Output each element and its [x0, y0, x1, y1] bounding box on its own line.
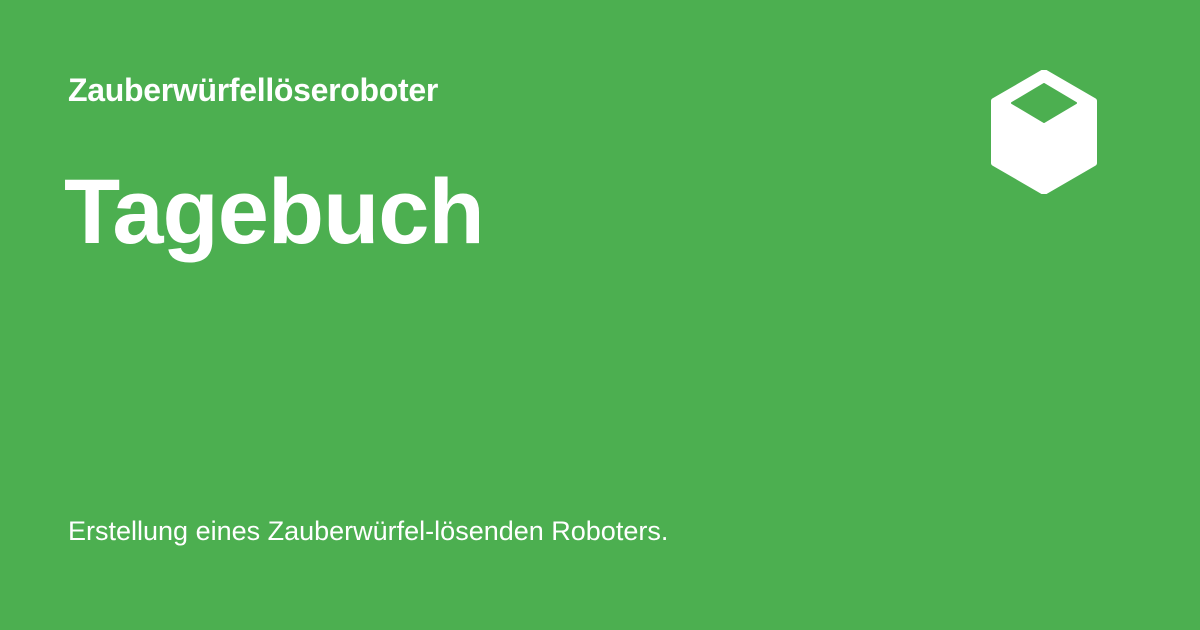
page-title: Tagebuch — [64, 161, 485, 263]
page-description: Erstellung eines Zauberwürfel-lösenden R… — [68, 516, 669, 546]
site-name: Zauberwürfellöseroboter — [68, 72, 439, 108]
social-card: Zauberwürfellöseroboter Tagebuch Erstell… — [0, 0, 1200, 630]
cube-icon — [988, 70, 1100, 194]
